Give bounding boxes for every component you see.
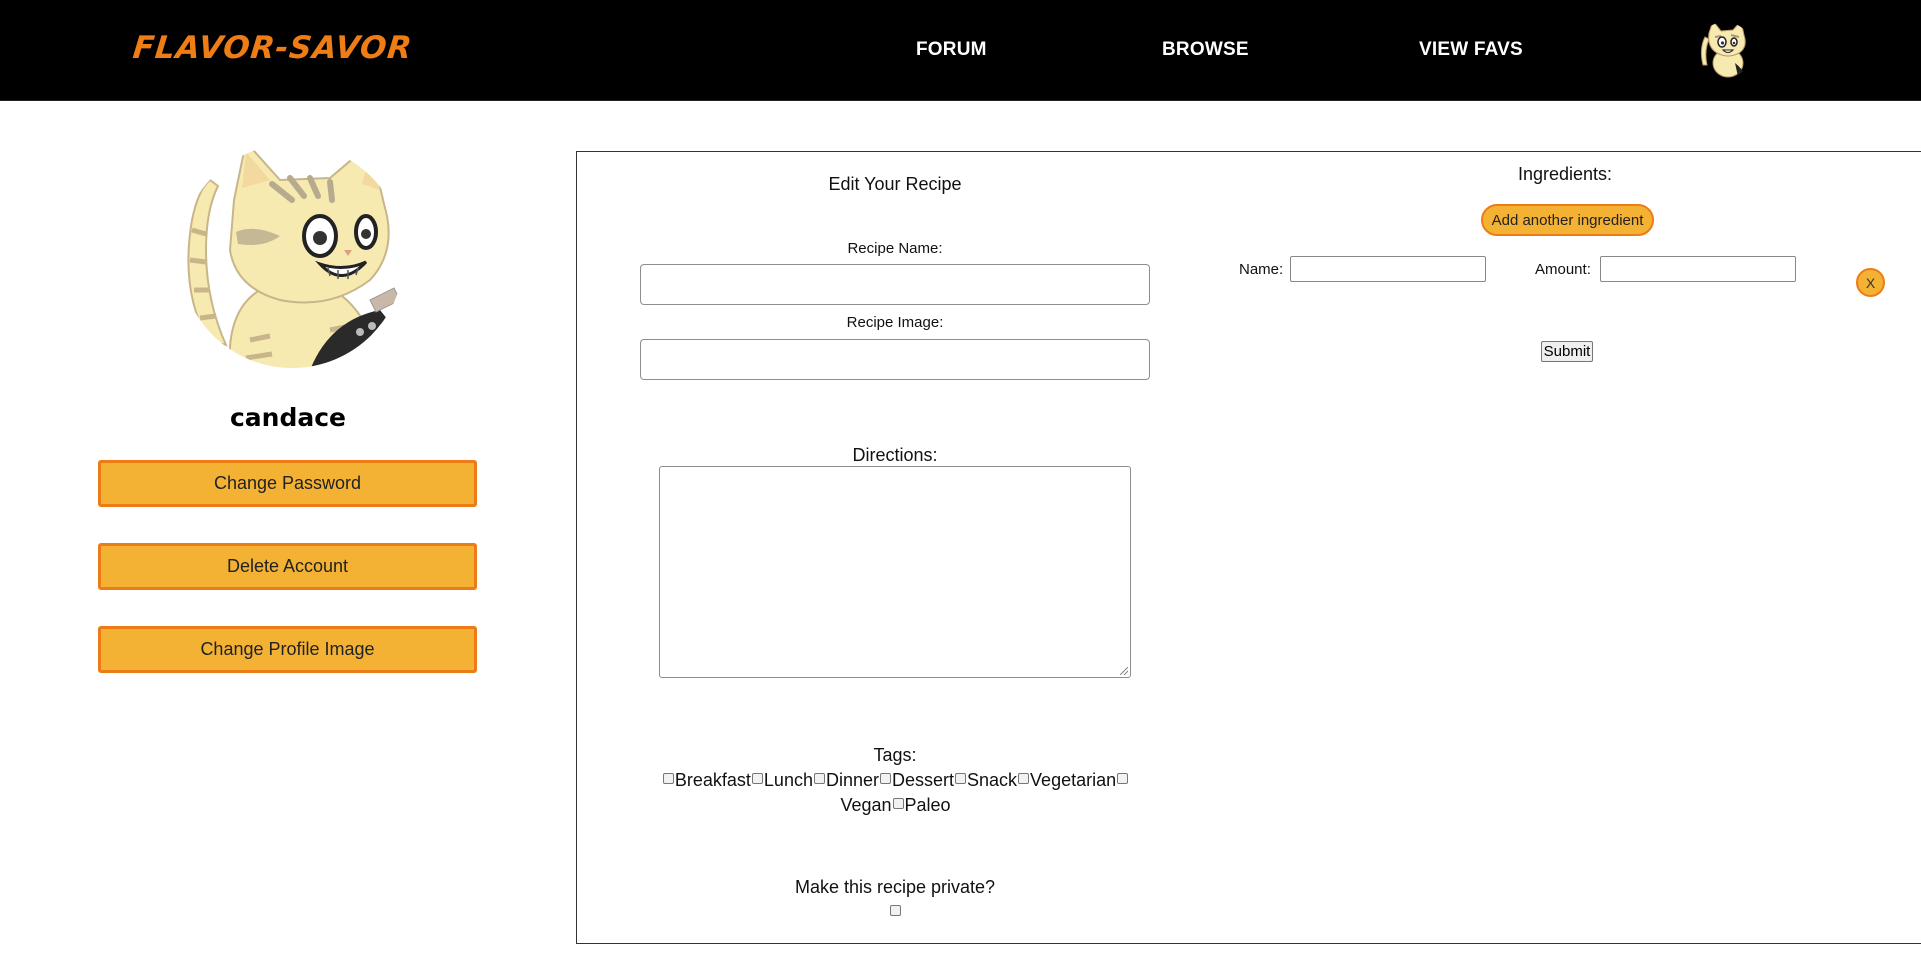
- tag-vegetarian-label: Vegetarian: [1030, 770, 1117, 790]
- nav-forum-link[interactable]: FORUM: [916, 39, 987, 61]
- tag-vegan-label: Vegan: [840, 795, 892, 815]
- tag-snack-checkbox[interactable]: [955, 773, 967, 784]
- form-title: Edit Your Recipe: [828, 174, 962, 194]
- recipe-name-input[interactable]: [640, 264, 1150, 305]
- change-password-button[interactable]: Change Password: [98, 460, 477, 507]
- ingredient-name-input[interactable]: [1290, 256, 1486, 282]
- add-ingredient-button[interactable]: Add another ingredient: [1481, 204, 1654, 236]
- directions-textarea[interactable]: [659, 466, 1131, 678]
- tag-dessert-label: Dessert: [892, 770, 955, 790]
- ingredient-amount-label: Amount:: [1535, 261, 1591, 278]
- recipe-name-label: Recipe Name:: [847, 240, 943, 257]
- recipe-image-input[interactable]: [640, 339, 1150, 380]
- nav-browse-link[interactable]: BROWSE: [1162, 39, 1249, 61]
- directions-label: Directions:: [852, 445, 938, 465]
- tag-vegetarian-checkbox[interactable]: [1018, 773, 1030, 784]
- tag-dinner-label: Dinner: [825, 770, 879, 790]
- private-label: Make this recipe private?: [794, 877, 996, 897]
- tag-lunch-label: Lunch: [763, 770, 813, 790]
- nav-view-favs-link[interactable]: VIEW FAVS: [1419, 39, 1523, 61]
- ingredient-amount-input[interactable]: [1600, 256, 1796, 282]
- submit-button[interactable]: Submit: [1541, 341, 1593, 362]
- tag-vegan-checkbox[interactable]: [1117, 773, 1129, 784]
- tags-list: Breakfast Lunch Dinner Dessert Snack Vegetari…: [652, 768, 1139, 818]
- tag-snack-label: Snack: [967, 770, 1018, 790]
- top-nav-bar: FLAVOR-SAVOR FORUM BROWSE VIEW FAVS: [0, 0, 1921, 101]
- remove-ingredient-button[interactable]: X: [1856, 268, 1885, 297]
- tag-paleo-label: Paleo: [904, 795, 951, 815]
- tag-lunch-checkbox[interactable]: [751, 773, 763, 784]
- delete-account-button[interactable]: Delete Account: [98, 543, 477, 590]
- ingredient-name-label: Name:: [1239, 261, 1284, 278]
- recipe-image-label: Recipe Image:: [846, 314, 944, 331]
- resize-handle-icon[interactable]: [1120, 667, 1128, 675]
- site-logo[interactable]: FLAVOR-SAVOR: [131, 30, 414, 66]
- profile-username: candace: [229, 403, 347, 432]
- cat-avatar-icon: [180, 144, 404, 368]
- ingredients-title: Ingredients:: [1517, 164, 1613, 184]
- tag-dinner-checkbox[interactable]: [813, 773, 825, 784]
- tag-paleo-checkbox[interactable]: [892, 798, 904, 809]
- change-profile-image-button[interactable]: Change Profile Image: [98, 626, 477, 673]
- tag-dessert-checkbox[interactable]: [880, 773, 891, 784]
- private-checkbox[interactable]: [890, 905, 901, 916]
- tags-label: Tags:: [873, 745, 917, 765]
- tag-breakfast-checkbox[interactable]: [662, 773, 674, 784]
- tag-breakfast-label: Breakfast: [674, 770, 751, 790]
- cat-avatar-icon[interactable]: [1695, 19, 1755, 81]
